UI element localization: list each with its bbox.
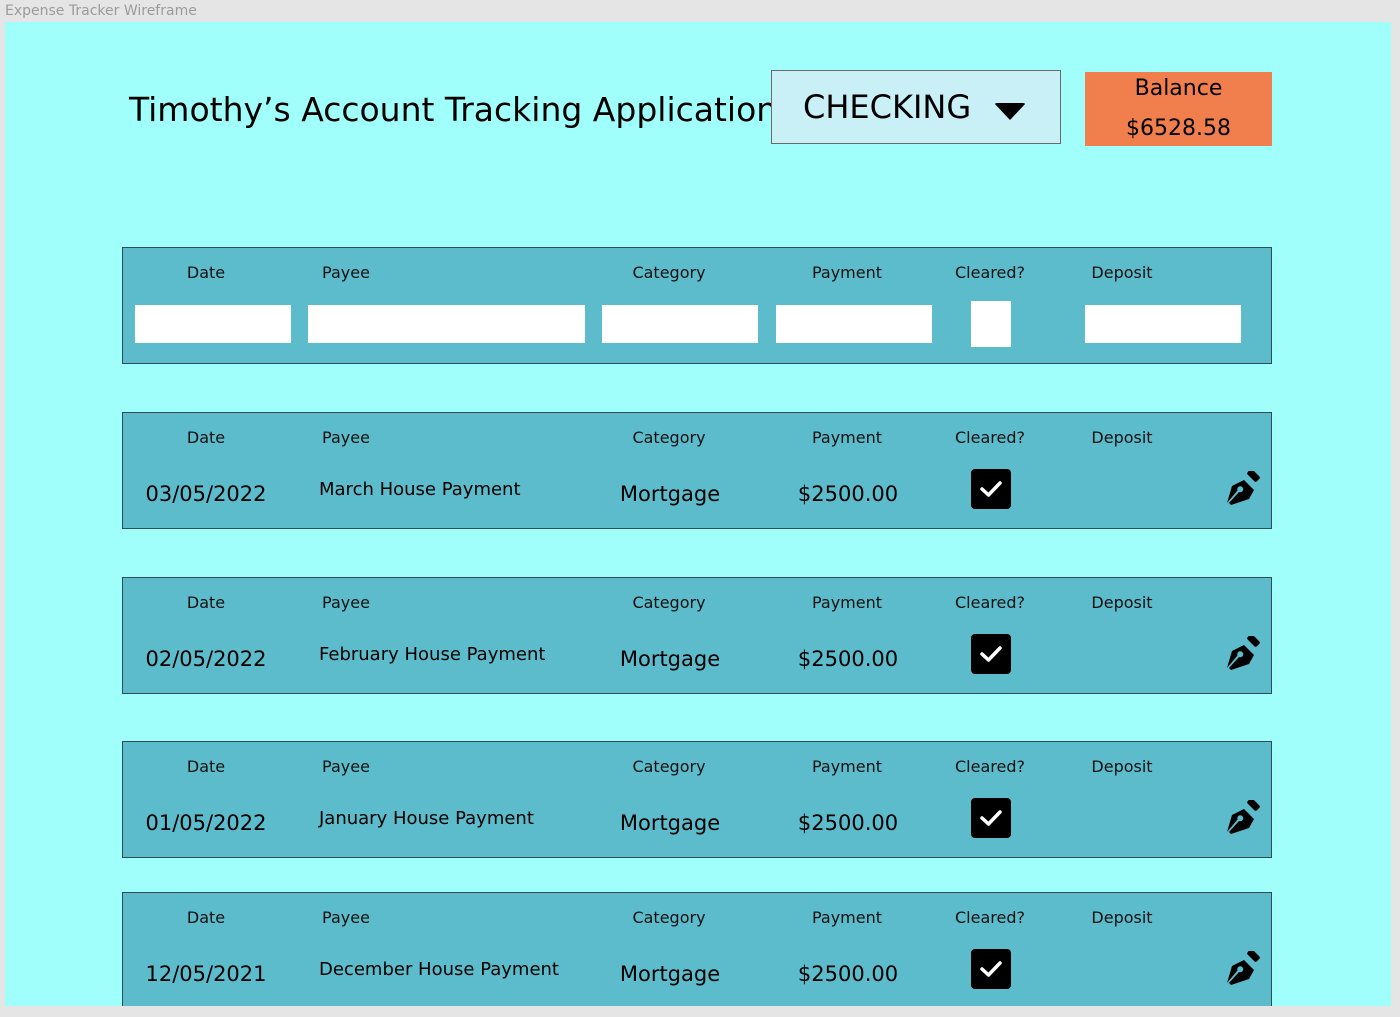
- transaction-row: Date Payee Category Payment Cleared? Dep…: [122, 892, 1272, 1006]
- transaction-row: Date Payee Category Payment Cleared? Dep…: [122, 741, 1272, 858]
- transaction-payment: $2500.00: [797, 811, 899, 835]
- payment-column-label: Payment: [811, 757, 883, 776]
- date-column-label: Date: [186, 908, 226, 927]
- transaction-row: Date Payee Category Payment Cleared? Dep…: [122, 412, 1272, 529]
- cleared-checkbox-checked[interactable]: [971, 949, 1011, 989]
- transaction-category: Mortgage: [619, 482, 721, 506]
- transaction-category: Mortgage: [619, 962, 721, 986]
- cleared-checkbox-checked[interactable]: [971, 798, 1011, 838]
- app-canvas: Timothy’s Account Tracking Application C…: [5, 22, 1391, 1006]
- cleared-column-label: Cleared?: [955, 263, 1025, 282]
- cleared-column-label: Cleared?: [955, 908, 1025, 927]
- payee-column-label: Payee: [322, 757, 370, 776]
- pen-nib-edit-icon[interactable]: [1227, 471, 1261, 507]
- balance-amount: $6528.58: [1126, 116, 1231, 141]
- cleared-column-label: Cleared?: [955, 428, 1025, 447]
- transaction-date: 02/05/2022: [145, 647, 267, 671]
- transaction-category: Mortgage: [619, 811, 721, 835]
- cleared-column-label: Cleared?: [955, 593, 1025, 612]
- payee-input[interactable]: [308, 305, 585, 343]
- category-column-label: Category: [632, 593, 706, 612]
- category-column-label: Category: [632, 428, 706, 447]
- checkmark-icon: [980, 646, 1002, 662]
- date-column-label: Date: [186, 263, 226, 282]
- category-column-label: Category: [632, 908, 706, 927]
- transaction-payment: $2500.00: [797, 962, 899, 986]
- transaction-payee: January House Payment: [319, 808, 534, 829]
- pen-nib-edit-icon[interactable]: [1227, 636, 1261, 672]
- frame-title: Expense Tracker Wireframe: [5, 3, 197, 19]
- transaction-payee: March House Payment: [319, 479, 521, 500]
- category-column-label: Category: [632, 263, 706, 282]
- date-column-label: Date: [186, 428, 226, 447]
- checkmark-icon: [980, 481, 1002, 497]
- payment-input[interactable]: [776, 305, 932, 343]
- balance-display: Balance $6528.58: [1085, 72, 1272, 146]
- checkmark-icon: [980, 961, 1002, 977]
- deposit-column-label: Deposit: [1091, 593, 1153, 612]
- date-column-label: Date: [186, 593, 226, 612]
- deposit-column-label: Deposit: [1091, 428, 1153, 447]
- transaction-row: Date Payee Category Payment Cleared? Dep…: [122, 577, 1272, 694]
- category-input[interactable]: [602, 305, 758, 343]
- transaction-payment: $2500.00: [797, 647, 899, 671]
- pen-nib-edit-icon[interactable]: [1227, 951, 1261, 987]
- page-title: Timothy’s Account Tracking Application: [129, 90, 778, 129]
- date-input[interactable]: [135, 305, 291, 343]
- new-transaction-form: Date Payee Category Payment Cleared? Dep…: [122, 247, 1272, 364]
- transaction-date: 12/05/2021: [145, 962, 267, 986]
- payee-column-label: Payee: [322, 428, 370, 447]
- date-column-label: Date: [186, 757, 226, 776]
- payee-column-label: Payee: [322, 263, 370, 282]
- payment-column-label: Payment: [811, 428, 883, 447]
- transaction-payee: December House Payment: [319, 959, 559, 980]
- category-column-label: Category: [632, 757, 706, 776]
- balance-label: Balance: [1134, 76, 1223, 101]
- transaction-category: Mortgage: [619, 647, 721, 671]
- cleared-checkbox-checked[interactable]: [971, 634, 1011, 674]
- payee-column-label: Payee: [322, 593, 370, 612]
- account-type-selected-value: CHECKING: [803, 88, 972, 126]
- payment-column-label: Payment: [811, 263, 883, 282]
- payment-column-label: Payment: [811, 908, 883, 927]
- deposit-column-label: Deposit: [1091, 757, 1153, 776]
- account-type-dropdown[interactable]: CHECKING: [771, 70, 1061, 144]
- caret-down-icon: [994, 103, 1026, 120]
- transaction-date: 01/05/2022: [145, 811, 267, 835]
- payment-column-label: Payment: [811, 593, 883, 612]
- deposit-input[interactable]: [1085, 305, 1241, 343]
- checkmark-icon: [980, 810, 1002, 826]
- deposit-column-label: Deposit: [1091, 908, 1153, 927]
- deposit-column-label: Deposit: [1091, 263, 1153, 282]
- cleared-checkbox[interactable]: [971, 301, 1011, 347]
- pen-nib-edit-icon[interactable]: [1227, 800, 1261, 836]
- transaction-date: 03/05/2022: [145, 482, 267, 506]
- cleared-checkbox-checked[interactable]: [971, 469, 1011, 509]
- transaction-payment: $2500.00: [797, 482, 899, 506]
- payee-column-label: Payee: [322, 908, 370, 927]
- transaction-payee: February House Payment: [319, 644, 546, 665]
- cleared-column-label: Cleared?: [955, 757, 1025, 776]
